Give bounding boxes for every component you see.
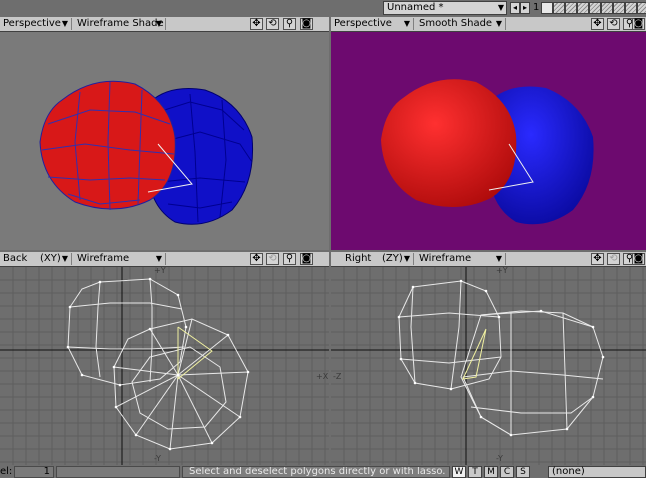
layer-button-7[interactable] [613,2,625,14]
viewport-back-wireframe[interactable]: Back (XY) ▼ Wireframe ▼ ✥ ⟲ ⚲ ◙ +Y -Y +X [0,252,329,465]
view-type-select[interactable]: Perspective ▼ [331,18,414,30]
rotate-icon[interactable]: ⟲ [266,18,279,30]
layer-button-4[interactable] [577,2,589,14]
view-type-select[interactable]: Back (XY) ▼ [0,253,72,265]
viewport-header: Perspective ▼ Wireframe Shade ▼ ✥ ⟲ ⚲ ◙ [0,17,329,32]
status-value-field[interactable]: 1 [14,466,54,478]
move-icon[interactable]: ✥ [250,18,263,30]
viewport-header: Right (ZY) ▼ Wireframe ▼ ✥ ⟲ ⚲ ◙ [331,252,646,267]
maximize-icon[interactable]: ◙ [300,18,313,30]
chevron-down-icon: ▼ [495,19,502,28]
chevron-right-icon: ▸ [522,3,527,12]
scene-name: Unnamed * [387,2,444,13]
axis-label-bottom: -Y [154,454,161,463]
layer-button-9[interactable] [637,2,646,14]
status-empty-field [56,466,180,478]
viewport-perspective-smooth-shade[interactable]: Perspective ▼ Smooth Shade ▼ ✥ ⟲ ⚲ ◙ [331,17,646,250]
axis-label-top: +Y [496,267,508,275]
viewport-header: Perspective ▼ Smooth Shade ▼ ✥ ⟲ ⚲ ◙ [331,17,646,32]
top-bar: Unnamed * ▼ ◂ ▸ 1 [0,0,646,17]
chevron-down-icon: ▼ [403,254,410,263]
layer-number: 1 [533,2,540,13]
axis-label-right: +X [316,372,329,381]
maximize-icon[interactable]: ◙ [632,253,645,265]
render-mode-select[interactable]: Wireframe ▼ [416,253,506,265]
chevron-down-icon: ▼ [155,254,162,263]
back-view-scene: +Y -Y +X [0,267,329,465]
right-view-scene: +Y -Y -Z [331,267,646,465]
view-type-select[interactable]: Right (ZY) ▼ [331,253,414,265]
move-icon[interactable]: ✥ [591,253,604,265]
chevron-down-icon: ▼ [495,254,502,263]
layer-button-5[interactable] [589,2,601,14]
maximize-icon[interactable]: ◙ [632,18,645,30]
chevron-down-icon: ▼ [61,254,68,263]
render-mode-select[interactable]: Wireframe Shade ▼ [74,18,166,30]
axis-label-bottom: -Y [496,454,503,463]
mode-button-m[interactable]: M [484,466,498,478]
selection-set-select[interactable]: (none) [548,466,646,478]
chevron-down-icon: ▼ [61,19,68,28]
viewport-canvas[interactable] [0,32,329,250]
prev-layer-button[interactable]: ◂ [510,2,520,14]
layer-button-6[interactable] [601,2,613,14]
chevron-down-icon: ▼ [155,19,162,28]
axis-label-left: -Z [333,372,342,381]
status-message: Select and deselect polygons directly or… [182,466,450,478]
layer-button-2[interactable] [553,2,565,14]
scene-select[interactable]: Unnamed * ▼ [383,1,507,15]
layer-button-3[interactable] [565,2,577,14]
perspective-scene [0,32,329,250]
viewport-canvas[interactable]: +Y -Y +X [0,267,329,465]
next-layer-button[interactable]: ▸ [520,2,530,14]
viewport-canvas[interactable] [331,32,646,250]
layer-button-1[interactable] [541,2,553,14]
move-icon[interactable]: ✥ [250,253,263,265]
chevron-down-icon: ▼ [497,3,504,12]
mode-button-w[interactable]: W [452,466,466,478]
move-icon[interactable]: ✥ [591,18,604,30]
view-type-select[interactable]: Perspective ▼ [0,18,72,30]
mode-button-t[interactable]: T [468,466,482,478]
mode-button-s[interactable]: S [516,466,530,478]
layer-buttons [541,2,646,14]
viewport-canvas[interactable]: +Y -Y -Z [331,267,646,465]
axis-label-top: +Y [154,267,166,275]
zoom-icon[interactable]: ⚲ [283,253,296,265]
smooth-scene [331,32,646,250]
render-mode-select[interactable]: Smooth Shade ▼ [416,18,506,30]
rotate-icon: ⟲ [607,253,620,265]
maximize-icon[interactable]: ◙ [300,253,313,265]
zoom-icon[interactable]: ⚲ [283,18,296,30]
viewport-header: Back (XY) ▼ Wireframe ▼ ✥ ⟲ ⚲ ◙ [0,252,329,267]
status-bar: el: 1 Select and deselect polygons direc… [0,466,646,478]
chevron-left-icon: ◂ [512,3,517,12]
mode-button-c[interactable]: C [500,466,514,478]
viewport-right-wireframe[interactable]: Right (ZY) ▼ Wireframe ▼ ✥ ⟲ ⚲ ◙ +Y -Y -Z [331,252,646,465]
rotate-icon[interactable]: ⟲ [607,18,620,30]
viewport-perspective-wireframe-shade[interactable]: Perspective ▼ Wireframe Shade ▼ ✥ ⟲ ⚲ ◙ [0,17,329,250]
status-label: el: [0,466,13,477]
layer-button-8[interactable] [625,2,637,14]
chevron-down-icon: ▼ [403,19,410,28]
rotate-icon: ⟲ [266,253,279,265]
render-mode-select[interactable]: Wireframe ▼ [74,253,166,265]
